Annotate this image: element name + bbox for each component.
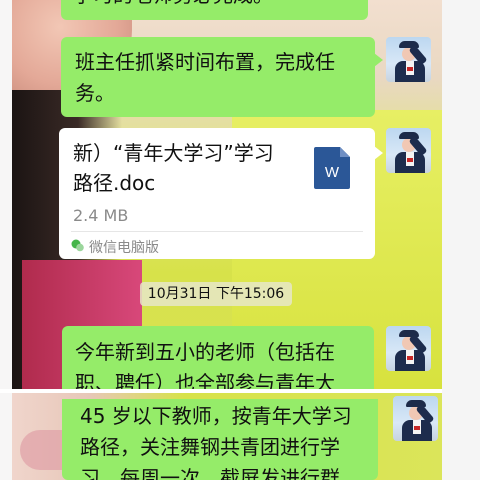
file-name: 新）“青年大学习”学习 路径.doc <box>73 138 303 198</box>
message-line: 路径，关注舞钢共青团进行学 <box>80 435 340 459</box>
avatar[interactable] <box>386 37 431 82</box>
divider <box>71 231 363 232</box>
message-bubble[interactable]: 学习的老师务必完成。 <box>61 0 368 20</box>
message-line: 习，每周一次，截屏发进行群 <box>80 466 340 480</box>
message-bubble[interactable]: 班主任抓紧时间布置，完成任 务。 <box>61 37 383 117</box>
timestamp: 10月31日 下午15:06 <box>140 282 292 306</box>
file-name-line: 新）“青年大学习”学习 <box>73 141 274 165</box>
message-line: 今年新到五小的老师（包括在 <box>75 340 335 364</box>
file-message-card[interactable]: 新）“青年大学习”学习 路径.doc W 2.4 MB 微信电脑版 <box>59 128 383 259</box>
avatar[interactable] <box>386 128 431 173</box>
message-line: 45 岁以下教师，按青年大学习 <box>80 404 352 428</box>
message-bubble[interactable]: 今年新到五小的老师（包括在 职、聘任）也全部参与青年大 <box>62 326 374 389</box>
message-line: 职、聘任）也全部参与青年大 <box>75 371 335 389</box>
message-line: 班主任抓紧时间布置，完成任 <box>75 50 335 74</box>
file-size: 2.4 MB <box>73 206 129 225</box>
message-line: 务。 <box>75 81 115 105</box>
wechat-pc-icon <box>71 239 84 252</box>
avatar[interactable] <box>393 396 438 441</box>
file-source-label: 微信电脑版 <box>89 240 159 256</box>
right-margin <box>442 0 480 480</box>
word-doc-icon: W <box>314 147 350 189</box>
left-margin <box>0 0 12 480</box>
file-name-line: 路径.doc <box>73 171 156 195</box>
message-text: 学习的老师务必完成。 <box>73 0 273 11</box>
avatar[interactable] <box>386 326 431 371</box>
word-icon-letter: W <box>325 164 340 181</box>
message-bubble[interactable]: 45 岁以下教师，按青年大学习 路径，关注舞钢共青团进行学 习，每周一次，截屏发… <box>62 399 378 480</box>
